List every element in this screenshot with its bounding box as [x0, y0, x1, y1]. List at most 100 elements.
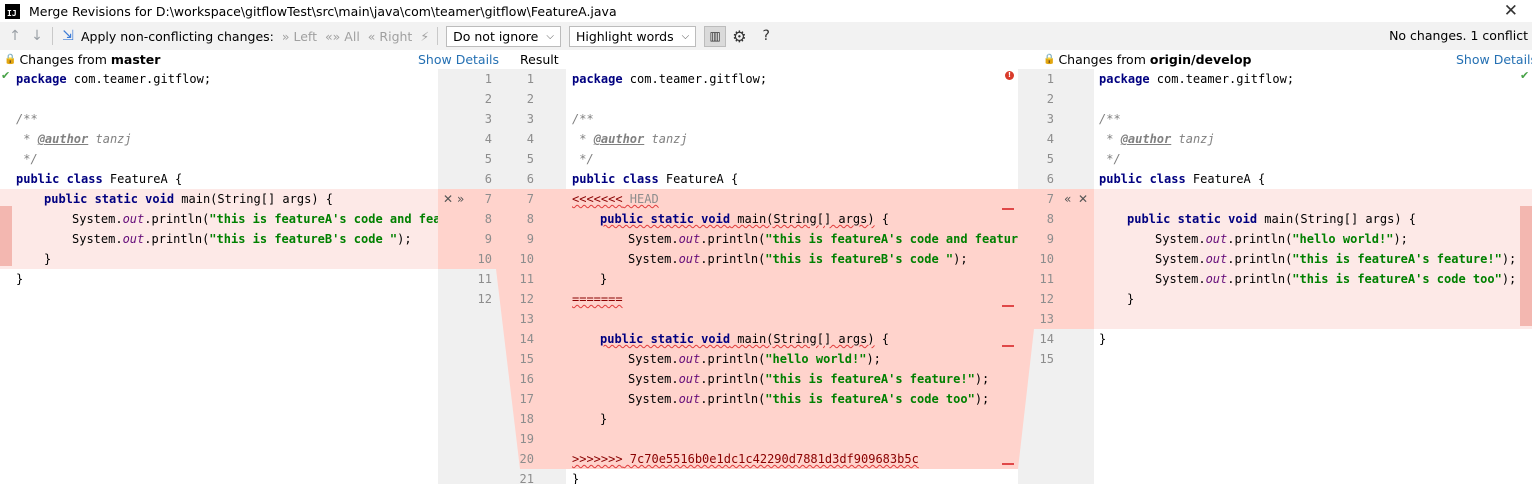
magic-wand-icon[interactable]: ⚡: [420, 29, 429, 44]
line-number: 14: [519, 332, 534, 346]
left-change-marker: [0, 206, 12, 266]
code-line: */: [572, 152, 594, 166]
line-number: 8: [484, 212, 492, 226]
line-number: 4: [526, 132, 534, 146]
close-icon[interactable]: ✕: [1504, 1, 1518, 21]
ignore-whitespace-dropdown[interactable]: Do not ignore ⌵: [446, 25, 561, 47]
line-number: 3: [484, 112, 492, 126]
line-number: 11: [1039, 272, 1054, 286]
chevron-down-icon: ⌵: [681, 30, 690, 42]
code-line: System.out.println("this is featureA's c…: [628, 392, 990, 406]
line-number: 12: [1039, 292, 1054, 306]
right-show-details-link[interactable]: Show Details: [1456, 50, 1532, 69]
code-line: }: [600, 272, 608, 286]
line-number: 2: [484, 92, 492, 106]
previous-difference-icon[interactable]: ↑: [8, 28, 22, 44]
code-line: System.out.println("this is featureA's f…: [628, 372, 990, 386]
right-header-prefix: Changes from: [1058, 52, 1146, 67]
line-number: 21: [519, 472, 534, 484]
code-line: package com.teamer.gitflow;: [1099, 72, 1295, 86]
code-line: System.out.println("this is featureA's f…: [1155, 252, 1517, 266]
code-line: public class FeatureA {: [572, 172, 739, 186]
ignore-dropdown-value: Do not ignore: [453, 28, 539, 44]
code-line: package com.teamer.gitflow;: [16, 72, 212, 86]
code-line: <<<<<<< HEAD: [572, 192, 659, 206]
code-line: public class FeatureA {: [16, 172, 183, 186]
line-number: 4: [1046, 132, 1054, 146]
code-line: * @author tanzj: [572, 132, 688, 146]
code-line: public static void main(String[] args) {: [44, 192, 333, 206]
line-number: 18: [519, 412, 534, 426]
code-line: public class FeatureA {: [1099, 172, 1266, 186]
line-number: 6: [1046, 172, 1054, 186]
left-show-details-link[interactable]: Show Details: [418, 50, 499, 69]
error-stripe-mark: [1002, 345, 1014, 347]
line-number: 5: [484, 152, 492, 166]
left-editor[interactable]: ✔ package com.teamer.gitflow; /** * @aut…: [0, 69, 438, 484]
left-branch-name: master: [110, 52, 161, 67]
gear-icon[interactable]: ⚙: [732, 27, 746, 46]
next-difference-icon[interactable]: ↓: [30, 28, 44, 44]
merge-status: No changes. 1 conflict: [1389, 28, 1528, 43]
line-number: 9: [484, 232, 492, 246]
left-connector-shape: [438, 189, 566, 469]
line-number: 20: [519, 452, 534, 466]
line-number: 1: [484, 72, 492, 86]
code-line: */: [16, 152, 38, 166]
code-line: }: [44, 252, 52, 266]
checkmark-icon: ✔: [1, 69, 11, 82]
line-number: 16: [519, 372, 534, 386]
apply-right-change-icon[interactable]: «: [1064, 189, 1071, 209]
code-line: /**: [572, 112, 594, 126]
line-number: 13: [519, 312, 534, 326]
highlight-dropdown-value: Highlight words: [575, 28, 674, 44]
window-title: Merge Revisions for D:\workspace\gitflow…: [29, 3, 617, 19]
code-line: public static void main(String[] args) {: [600, 212, 889, 226]
lock-icon: 🔒: [1043, 54, 1056, 65]
line-number: 15: [519, 352, 534, 366]
line-number: 2: [1046, 92, 1054, 106]
line-number: 11: [519, 272, 534, 286]
line-number: 7: [484, 192, 492, 206]
line-number: 19: [519, 432, 534, 446]
apply-all-button[interactable]: «» All: [325, 29, 360, 44]
code-line: /**: [16, 112, 38, 126]
code-line: * @author tanzj: [1099, 132, 1215, 146]
apply-left-change-icon[interactable]: »: [457, 189, 464, 209]
code-line: >>>>>>> 7c70e5516b0e1dc1c42290d7881d3df9…: [572, 452, 919, 466]
code-line: package com.teamer.gitflow;: [572, 72, 768, 86]
highlight-dropdown[interactable]: Highlight words ⌵: [568, 25, 697, 47]
sync-scroll-toggle-icon[interactable]: ▥: [704, 25, 727, 47]
line-number: 6: [526, 172, 534, 186]
result-editor[interactable]: ! package com.teamer.gitflow; /** * @aut…: [566, 69, 1018, 484]
code-line: System.out.println("this is featureB's c…: [628, 252, 968, 266]
checkmark-icon: ✔: [1520, 69, 1530, 82]
right-editor[interactable]: ✔ package com.teamer.gitflow; /** * @aut…: [1094, 69, 1532, 484]
line-number: 15: [1039, 352, 1054, 366]
ignore-change-icon[interactable]: ✕: [443, 189, 453, 209]
line-number: 14: [1039, 332, 1054, 346]
right-branch-name: origin/develop: [1149, 52, 1252, 67]
intellij-logo-icon: IJ: [5, 3, 20, 19]
line-number: 9: [1046, 232, 1054, 246]
ignore-change-icon[interactable]: ✕: [1078, 189, 1088, 209]
line-number: 6: [484, 172, 492, 186]
right-change-marker: [1520, 206, 1532, 326]
code-line: public static void main(String[] args) {: [1127, 212, 1416, 226]
resolve-magic-icon[interactable]: ⇲: [61, 28, 75, 44]
toolbar-separator: [52, 27, 53, 45]
apply-right-button[interactable]: « Right: [368, 29, 413, 44]
line-number: 5: [1046, 152, 1054, 166]
chevron-down-icon: ⌵: [546, 30, 554, 42]
help-button[interactable]: ?: [763, 28, 770, 44]
code-line: }: [1099, 332, 1107, 346]
code-line: }: [1127, 292, 1135, 306]
line-number: 11: [477, 272, 492, 286]
apply-left-button[interactable]: » Left: [282, 29, 317, 44]
line-number: 7: [526, 192, 534, 206]
right-panel-header: 🔒 Changes from origin/develop: [1043, 50, 1251, 69]
line-number: 13: [1039, 312, 1054, 326]
line-number: 10: [1039, 252, 1054, 266]
right-show-details-label: Show Details: [1456, 52, 1532, 67]
apply-label: Apply non-conflicting changes:: [81, 28, 274, 44]
